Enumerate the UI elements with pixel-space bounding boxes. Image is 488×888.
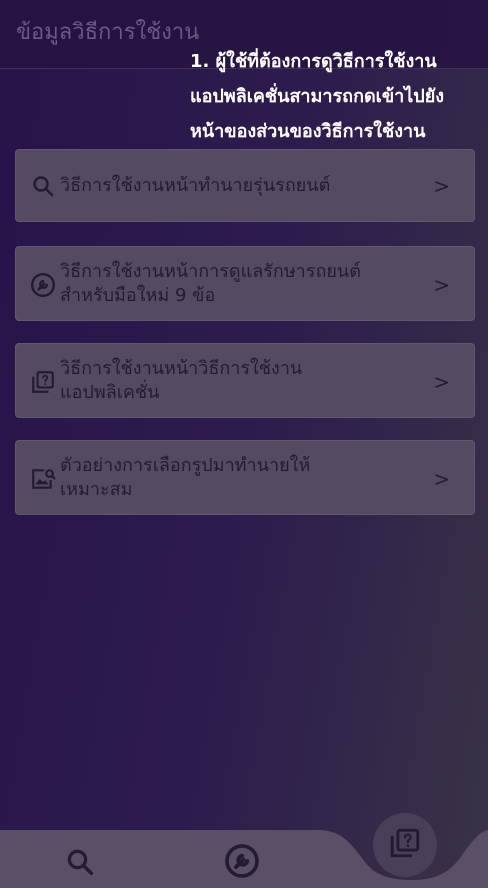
chevron-right-icon: > <box>433 467 450 491</box>
search-icon <box>29 172 57 200</box>
menu-item-maintenance-guide[interactable]: วิธีการใช้งานหน้าการดูแลรักษารถยนต์ สำหร… <box>15 246 475 321</box>
menu-item-label: วิธีการใช้งานหน้าวิธีการใช้งาน แอปพลิเคช… <box>60 358 303 403</box>
menu-item-photo-example[interactable]: ตัวอย่างการเลือกรูปมาทำนายให้ เหมาะสม > <box>15 440 475 515</box>
menu-item-label: วิธีการใช้งานหน้าทำนายรุ่นรถยนต์ <box>60 175 331 196</box>
tutorial-callout: 1. ผู้ใช้ที่ต้องการดูวิธีการใช้งาน แอปพล… <box>190 51 445 142</box>
menu-item-label: วิธีการใช้งานหน้าการดูแลรักษารถยนต์ สำหร… <box>60 261 361 306</box>
search-icon <box>65 847 95 881</box>
menu-item-label: ตัวอย่างการเลือกรูปมาทำนายให้ เหมาะสม <box>60 455 311 500</box>
menu-item-predict-guide[interactable]: วิธีการใช้งานหน้าทำนายรุ่นรถยนต์ > <box>15 149 475 222</box>
chevron-right-icon: > <box>433 174 450 198</box>
tab-maintenance[interactable] <box>214 842 270 884</box>
chevron-right-icon: > <box>433 370 450 394</box>
tab-how-to[interactable] <box>373 813 437 877</box>
wrench-icon <box>224 843 260 883</box>
image-search-icon <box>29 465 57 493</box>
wrench-icon <box>29 271 57 299</box>
tab-predict[interactable] <box>52 844 108 884</box>
menu-item-howto-guide[interactable]: วิธีการใช้งานหน้าวิธีการใช้งาน แอปพลิเคช… <box>15 343 475 418</box>
help-copy-icon <box>388 826 422 864</box>
page-title: ข้อมูลวิธีการใช้งาน <box>16 20 200 45</box>
chevron-right-icon: > <box>433 273 450 297</box>
help-copy-icon <box>29 368 57 396</box>
